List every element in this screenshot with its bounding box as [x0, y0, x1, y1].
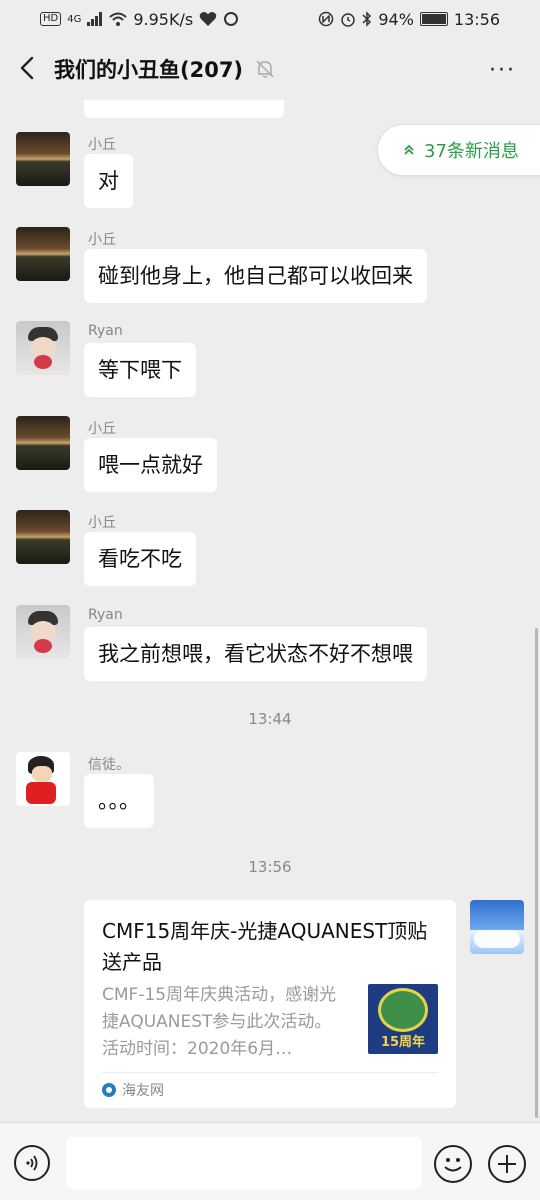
smiley-icon — [444, 1158, 462, 1172]
message-bubble[interactable]: 看吃不吃 — [84, 532, 196, 586]
source-name: 海友网 — [122, 1083, 164, 1099]
link-card-message: CMF15周年庆-光捷AQUANEST顶贴送产品 CMF-15周年庆典活动，感谢… — [0, 900, 540, 1110]
voice-icon — [26, 1155, 38, 1171]
message-bubble[interactable]: 我之前想喂，看它状态不好不想喂 — [84, 627, 427, 681]
message-bubble[interactable]: 。。。 — [84, 774, 154, 828]
cartoon-avatar[interactable] — [16, 752, 70, 806]
more-functions-button[interactable] — [488, 1145, 526, 1183]
sender-name: 小丘 — [88, 515, 116, 531]
message-list[interactable]: 小丘 对 小丘 碰到他身上，他自己都可以收回来 Ryan 等下喂下 小丘 喂一点… — [0, 100, 540, 1122]
sunset-avatar[interactable] — [16, 416, 70, 470]
wifi-icon — [109, 12, 128, 26]
message-input[interactable] — [66, 1137, 422, 1189]
message-bubble[interactable]: 喂一点就好 — [84, 438, 217, 492]
link-card[interactable]: CMF15周年庆-光捷AQUANEST顶贴送产品 CMF-15周年庆典活动，感谢… — [84, 900, 456, 1108]
heart-rate-icon — [199, 12, 217, 26]
sky-avatar[interactable] — [470, 900, 524, 954]
status-bar: HD 4G 9.95K/s 94% 13:56 — [0, 0, 540, 38]
sender-name: Ryan — [88, 607, 123, 623]
source-logo-icon — [102, 1083, 116, 1097]
battery-icon — [419, 12, 448, 26]
sunset-avatar[interactable] — [16, 510, 70, 564]
link-card-source: 海友网 — [102, 1080, 164, 1100]
alarm-icon — [341, 13, 356, 27]
sender-name: 小丘 — [88, 137, 116, 153]
network-label: 4G — [67, 13, 82, 25]
message-bubble[interactable]: 等下喂下 — [84, 343, 196, 397]
sunset-avatar[interactable] — [16, 227, 70, 281]
emoji-button[interactable] — [434, 1145, 472, 1183]
status-left: HD 4G 9.95K/s — [40, 10, 239, 29]
sender-name: 小丘 — [88, 232, 116, 248]
timestamp: 13:44 — [248, 710, 292, 728]
sender-name: 小丘 — [88, 421, 116, 437]
chat-header: 我们的小丑鱼(207) ··· — [0, 38, 540, 100]
partial-message-bubble — [84, 100, 284, 118]
ryan-avatar[interactable] — [16, 321, 70, 375]
card-divider — [102, 1072, 438, 1073]
loading-circle-icon — [224, 12, 239, 26]
thumbnail-text: 15周年 — [380, 1035, 426, 1050]
timestamp: 13:56 — [248, 858, 292, 876]
clock: 13:56 — [453, 9, 500, 29]
scrollbar[interactable] — [535, 628, 538, 1118]
battery-percent: 94% — [378, 9, 414, 29]
new-messages-label: 37条新消息 — [424, 141, 519, 162]
nfc-icon — [319, 11, 334, 27]
link-card-thumbnail: 15周年 — [368, 984, 438, 1054]
sender-name: 信徒。 — [88, 757, 130, 773]
more-options-button[interactable]: ··· — [489, 58, 516, 83]
signal-icon — [87, 12, 103, 26]
double-chevron-up-icon — [404, 144, 414, 155]
sunset-avatar[interactable] — [16, 132, 70, 186]
input-bar — [0, 1122, 540, 1200]
status-right: 94% 13:56 — [318, 10, 500, 29]
chat-title: 我们的小丑鱼(207) — [54, 58, 244, 82]
message-bubble[interactable]: 碰到他身上，他自己都可以收回来 — [84, 249, 427, 303]
link-card-description: CMF-15周年庆典活动，感谢光捷AQUANEST参与此次活动。活动时间：202… — [102, 985, 337, 1059]
link-card-title: CMF15周年庆-光捷AQUANEST顶贴送产品 — [102, 919, 428, 974]
message-bubble[interactable]: 对 — [84, 154, 133, 208]
voice-input-button[interactable] — [14, 1145, 50, 1181]
sender-name: Ryan — [88, 323, 123, 339]
plus-icon — [498, 1155, 516, 1173]
back-arrow-icon[interactable] — [14, 54, 42, 82]
bluetooth-icon — [362, 11, 372, 27]
ryan-avatar[interactable] — [16, 605, 70, 659]
network-speed: 9.95K/s — [133, 9, 194, 29]
mute-bell-icon — [256, 60, 274, 78]
new-messages-pill[interactable]: 37条新消息 — [377, 124, 540, 176]
hd-badge: HD — [40, 12, 62, 26]
